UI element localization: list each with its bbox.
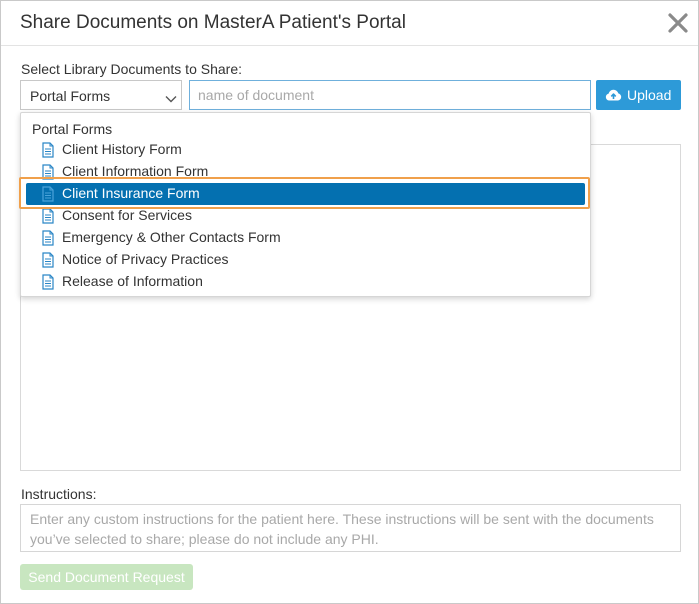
dropdown-item-client-history-form[interactable]: Client History Form	[21, 139, 590, 161]
document-icon	[42, 142, 54, 158]
document-search-input[interactable]	[189, 80, 591, 110]
dropdown-item-emergency-contacts-form[interactable]: Emergency & Other Contacts Form	[21, 227, 590, 249]
dropdown-item-label: Notice of Privacy Practices	[62, 251, 229, 267]
dropdown-item-label: Consent for Services	[62, 207, 192, 223]
send-document-request-button[interactable]: Send Document Request	[20, 564, 193, 590]
instructions-textarea[interactable]	[20, 504, 681, 552]
dialog-title: Share Documents on MasterA Patient's Por…	[20, 12, 406, 33]
chevron-down-icon	[165, 91, 177, 103]
dropdown-group-label: Portal Forms	[32, 121, 113, 137]
dialog-header: Share Documents on MasterA Patient's Por…	[1, 1, 698, 46]
dropdown-item-client-information-form[interactable]: Client Information Form	[21, 161, 590, 183]
dropdown-item-label: Client History Form	[62, 141, 182, 157]
dropdown-item-client-insurance-form[interactable]: Client Insurance Form	[26, 183, 585, 205]
library-label: Select Library Documents to Share:	[21, 61, 242, 77]
dropdown-item-label: Emergency & Other Contacts Form	[62, 229, 281, 245]
dropdown-item-label: Release of Information	[62, 273, 203, 289]
document-icon	[42, 164, 54, 180]
dropdown-item-notice-of-privacy-practices[interactable]: Notice of Privacy Practices	[21, 249, 590, 271]
upload-button[interactable]: Upload	[596, 80, 681, 110]
document-icon	[42, 208, 54, 224]
document-icon	[42, 186, 54, 202]
dropdown-item-release-of-information[interactable]: Release of Information	[21, 271, 590, 293]
dropdown-item-label: Client Insurance Form	[62, 185, 200, 201]
document-icon	[42, 252, 54, 268]
share-documents-dialog: Share Documents on MasterA Patient's Por…	[0, 0, 699, 604]
document-icon	[42, 274, 54, 290]
dropdown-item-consent-for-services[interactable]: Consent for Services	[21, 205, 590, 227]
cloud-upload-icon	[605, 88, 622, 102]
upload-button-label: Upload	[627, 87, 672, 103]
document-icon	[42, 230, 54, 246]
library-dropdown-menu: Portal Forms Client History Form Client …	[20, 112, 591, 297]
dropdown-item-label: Client Information Form	[62, 163, 209, 179]
library-select-value: Portal Forms	[30, 88, 111, 104]
instructions-label: Instructions:	[21, 486, 97, 502]
close-icon[interactable]	[667, 12, 689, 34]
library-select[interactable]: Portal Forms	[20, 80, 182, 110]
